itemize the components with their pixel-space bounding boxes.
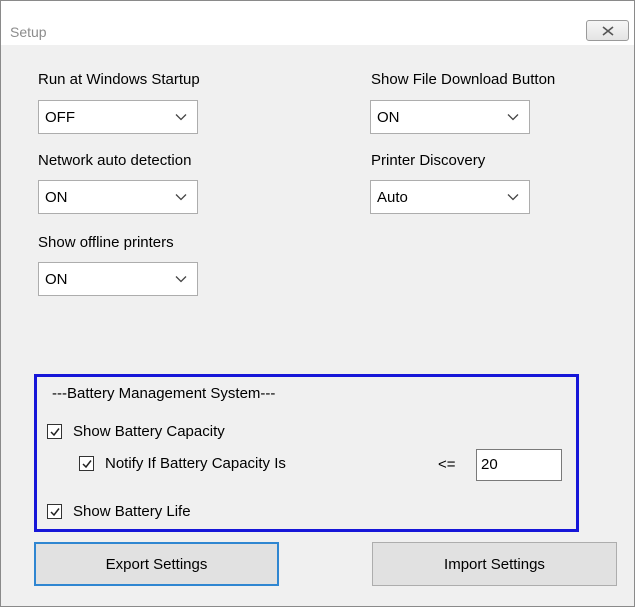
show-file-download-value: ON — [377, 109, 400, 126]
checkmark-icon — [50, 428, 60, 437]
printer-discovery-label: Printer Discovery — [371, 152, 486, 169]
run-at-startup-value: OFF — [45, 109, 75, 126]
network-auto-detection-value: ON — [45, 189, 68, 206]
chevron-down-icon — [507, 194, 519, 201]
chevron-down-icon — [175, 194, 187, 201]
close-icon — [602, 25, 613, 36]
show-battery-life-checkbox[interactable] — [47, 504, 62, 519]
show-offline-printers-label: Show offline printers — [38, 234, 174, 251]
battery-management-heading: ---Battery Management System--- — [52, 385, 276, 402]
capacity-operator: <= — [438, 456, 456, 473]
show-battery-capacity-label[interactable]: Show Battery Capacity — [73, 423, 225, 440]
checkmark-icon — [50, 508, 60, 517]
notify-battery-capacity-checkbox[interactable] — [79, 456, 94, 471]
battery-threshold-input[interactable]: 20 — [476, 449, 562, 481]
show-battery-life-label[interactable]: Show Battery Life — [73, 503, 191, 520]
printer-discovery-select[interactable]: Auto — [370, 180, 530, 214]
chevron-down-icon — [507, 114, 519, 121]
show-offline-printers-value: ON — [45, 271, 68, 288]
checkmark-icon — [82, 460, 92, 469]
run-at-startup-label: Run at Windows Startup — [38, 71, 200, 88]
show-battery-capacity-checkbox[interactable] — [47, 424, 62, 439]
close-button[interactable] — [586, 20, 629, 41]
network-auto-detection-label: Network auto detection — [38, 152, 192, 169]
chevron-down-icon — [175, 114, 187, 121]
import-settings-button[interactable]: Import Settings — [372, 542, 617, 586]
network-auto-detection-select[interactable]: ON — [38, 180, 198, 214]
notify-battery-capacity-label[interactable]: Notify If Battery Capacity Is — [105, 455, 286, 472]
title-bar: Setup — [1, 1, 634, 45]
run-at-startup-select[interactable]: OFF — [38, 100, 198, 134]
show-file-download-label: Show File Download Button — [371, 71, 556, 88]
printer-discovery-value: Auto — [377, 189, 408, 206]
window-title: Setup — [10, 24, 47, 40]
show-offline-printers-select[interactable]: ON — [38, 262, 198, 296]
chevron-down-icon — [175, 276, 187, 283]
export-settings-button[interactable]: Export Settings — [34, 542, 279, 586]
battery-threshold-value: 20 — [481, 456, 498, 473]
setup-window: Setup Run at Windows Startup OFF Show Fi… — [0, 0, 635, 607]
show-file-download-select[interactable]: ON — [370, 100, 530, 134]
